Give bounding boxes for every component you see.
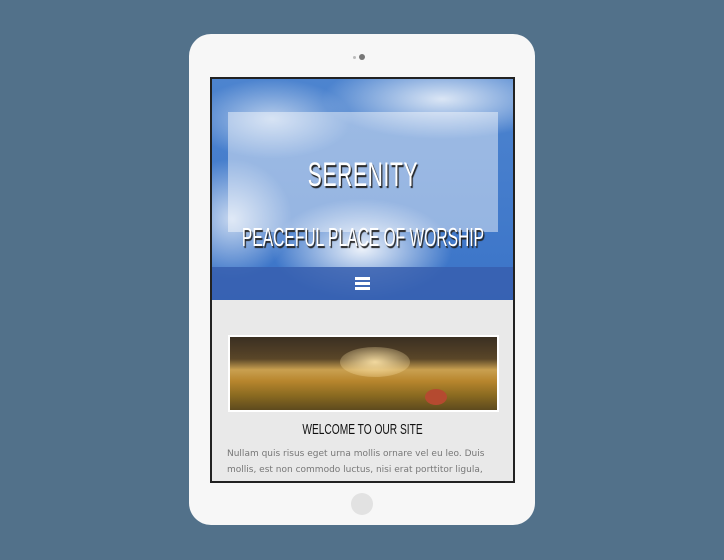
- welcome-paragraph: Nullam quis risus eget urna mollis ornar…: [227, 449, 485, 475]
- hamburger-icon[interactable]: [355, 277, 370, 290]
- leaf: [425, 389, 447, 405]
- site-subtitle: PEACEFUL PLACE OF WORSHIP: [241, 222, 485, 252]
- hero-banner: SERENITY PEACEFUL PLACE OF WORSHIP: [212, 79, 513, 300]
- tablet-screen: SERENITY PEACEFUL PLACE OF WORSHIP WELCO…: [210, 77, 515, 483]
- welcome-heading: WELCOME TO OUR SITE: [302, 421, 423, 438]
- nav-bar: [212, 267, 513, 300]
- home-button[interactable]: [351, 493, 373, 515]
- site-title: SERENITY: [307, 156, 419, 194]
- sensor-icon: [353, 56, 356, 59]
- tablet-frame: SERENITY PEACEFUL PLACE OF WORSHIP WELCO…: [189, 34, 535, 525]
- title-box: SERENITY PEACEFUL PLACE OF WORSHIP: [228, 112, 498, 252]
- featured-image: [228, 335, 499, 412]
- camera-icon: [359, 54, 365, 60]
- sunlight: [340, 347, 410, 377]
